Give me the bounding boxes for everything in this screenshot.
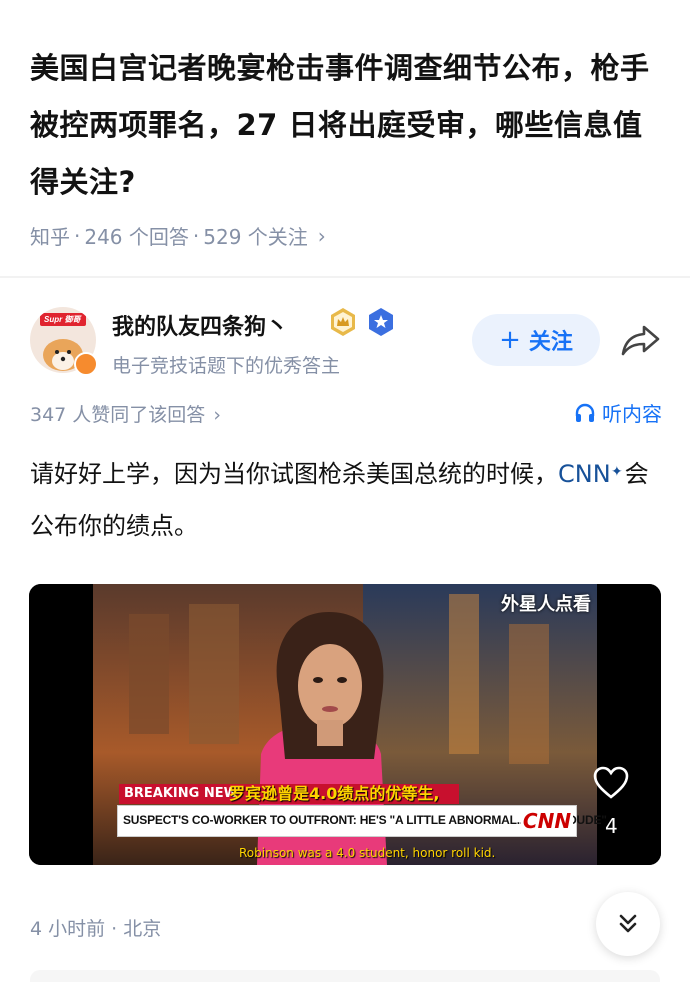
verified-badge-icon xyxy=(74,352,98,376)
likes-label: 347 人赞同了该回答 xyxy=(30,404,206,426)
follow-button[interactable]: + 关注 xyxy=(472,314,600,366)
share-icon[interactable] xyxy=(620,323,662,357)
chevron-right-icon: › xyxy=(213,404,221,426)
question-header[interactable]: 美国白宫记者晚宴枪击事件调查细节公布，枪手被控两项罪名，27 日将出庭受审，哪些… xyxy=(30,40,660,250)
author-description: 电子竞技话题下的优秀答主 xyxy=(112,355,341,377)
author-row: Supr 御哥 我的队友四条狗丶 电子竞技话题下的优秀答主 + 关注 xyxy=(30,305,670,385)
like-count: 4 xyxy=(605,814,618,838)
headphones-icon xyxy=(575,403,595,422)
next-card xyxy=(30,970,660,982)
sparkle-icon: ✦ xyxy=(610,464,623,480)
link-text: CNN xyxy=(558,460,611,488)
chinese-subtitle: 罗宾逊曾是4.0绩点的优等生, xyxy=(229,784,440,803)
video-watermark: 外星人点看 xyxy=(501,594,591,615)
likes-row: 347 人赞同了该回答 › 听内容 xyxy=(30,398,662,428)
post-time-location: 4 小时前 · 北京 xyxy=(30,918,162,940)
follow-label: 关注 xyxy=(528,330,573,355)
author-name[interactable]: 我的队友四条狗丶 xyxy=(112,309,288,341)
follower-count: 529 个关注 xyxy=(203,225,308,249)
cnn-logo: CNN xyxy=(521,807,573,835)
heart-icon[interactable] xyxy=(593,766,629,800)
likes-count[interactable]: 347 人赞同了该回答 › xyxy=(30,400,221,427)
answer-count: 246 个回答 xyxy=(84,225,189,249)
answer-content: 请好好上学，因为当你试图枪杀美国总统的时候，CNN ✦ 会公布你的绩点。 xyxy=(30,448,650,552)
question-title[interactable]: 美国白宫记者晚宴枪击事件调查细节公布，枪手被控两项罪名，27 日将出庭受审，哪些… xyxy=(30,40,660,211)
meta-separator: · xyxy=(74,223,81,248)
listen-label: 听内容 xyxy=(602,402,662,426)
avatar-tag: Supr 御哥 xyxy=(44,315,81,324)
question-meta[interactable]: 知乎 · 246 个回答 · 529 个关注 › xyxy=(30,221,660,250)
double-chevron-down-icon xyxy=(619,914,637,933)
crown-badge-icon xyxy=(331,308,355,336)
scroll-down-button[interactable] xyxy=(596,892,660,956)
source-label: 知乎 xyxy=(30,225,70,249)
section-divider xyxy=(0,276,690,278)
listen-button[interactable]: 听内容 xyxy=(574,398,662,427)
breaking-news-label: BREAKING NEW xyxy=(124,786,238,801)
chevron-right-icon: › xyxy=(317,223,326,248)
meta-separator: · xyxy=(192,223,200,248)
plus-icon: + xyxy=(499,325,521,355)
cnn-link[interactable]: CNN ✦ xyxy=(558,460,623,488)
excellent-answerer-icon xyxy=(369,308,393,336)
video-player[interactable]: 外星人点看 BREAKING NEW 罗宾逊曾是4.0绩点的优等生, SUSPE… xyxy=(29,584,661,865)
answer-text: 请好好上学，因为当你试图枪杀美国总统的时候， xyxy=(30,460,558,488)
english-subtitle: Robinson was a 4.0 student, honor roll k… xyxy=(239,846,496,860)
